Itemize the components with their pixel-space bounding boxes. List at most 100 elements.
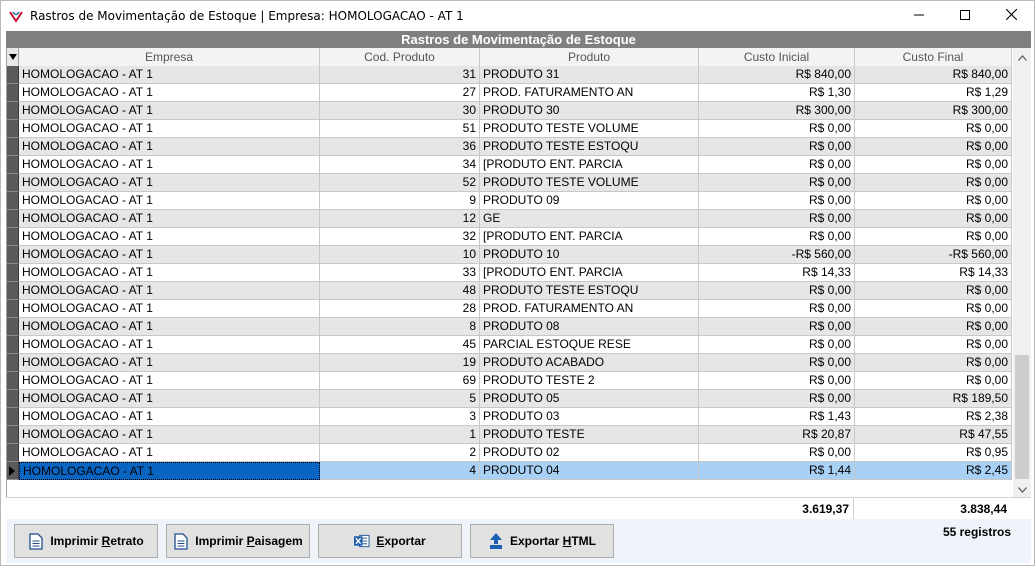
cell-custo-inicial[interactable]: R$ 0,00 — [699, 318, 855, 336]
cell-custo-inicial[interactable]: R$ 0,00 — [699, 336, 855, 354]
row-indicator[interactable] — [7, 264, 19, 282]
cell-empresa[interactable]: HOMOLOGACAO - AT 1 — [19, 174, 320, 192]
table-row[interactable]: HOMOLOGACAO - AT 1 36 PRODUTO TESTE ESTOQU… — [7, 138, 1012, 156]
cell-cod-produto[interactable]: 51 — [320, 120, 480, 138]
table-row[interactable]: HOMOLOGACAO - AT 1 8 PRODUTO 08 R$ 0,00 R$ 0… — [7, 318, 1012, 336]
cell-cod-produto[interactable]: 28 — [320, 300, 480, 318]
cell-custo-inicial[interactable]: R$ 0,00 — [699, 120, 855, 138]
row-indicator[interactable] — [7, 372, 19, 390]
cell-produto[interactable]: PRODUTO TESTE ESTOQU — [480, 138, 699, 156]
cell-custo-inicial[interactable]: R$ 0,00 — [699, 228, 855, 246]
row-indicator[interactable] — [7, 120, 19, 138]
column-menu-button[interactable] — [7, 48, 19, 66]
imprimir-paisagem-button[interactable]: Imprimir Paisagem — [166, 524, 310, 558]
cell-empresa[interactable]: HOMOLOGACAO - AT 1 — [19, 210, 320, 228]
cell-custo-inicial[interactable]: R$ 1,30 — [699, 84, 855, 102]
cell-cod-produto[interactable]: 10 — [320, 246, 480, 264]
cell-custo-inicial[interactable]: -R$ 560,00 — [699, 246, 855, 264]
table-row[interactable]: HOMOLOGACAO - AT 1 30 PRODUTO 30 R$ 300,00 R… — [7, 102, 1012, 120]
cell-produto[interactable]: PRODUTO 09 — [480, 192, 699, 210]
cell-custo-inicial[interactable]: R$ 0,00 — [699, 300, 855, 318]
cell-custo-inicial[interactable]: R$ 0,00 — [699, 390, 855, 408]
cell-cod-produto[interactable]: 27 — [320, 84, 480, 102]
exportar-html-button[interactable]: Exportar HTML — [470, 524, 614, 558]
cell-cod-produto[interactable]: 3 — [320, 408, 480, 426]
cell-cod-produto[interactable]: 9 — [320, 192, 480, 210]
row-indicator[interactable] — [7, 408, 19, 426]
cell-empresa[interactable]: HOMOLOGACAO - AT 1 — [19, 138, 320, 156]
table-row[interactable]: HOMOLOGACAO - AT 1 69 PRODUTO TESTE 2 R$ 0,… — [7, 372, 1012, 390]
cell-custo-final[interactable]: R$ 1,29 — [855, 84, 1012, 102]
row-indicator[interactable] — [7, 462, 19, 480]
table-row[interactable]: HOMOLOGACAO - AT 1 45 PARCIAL ESTOQUE RESE… — [7, 336, 1012, 354]
table-row[interactable]: HOMOLOGACAO - AT 1 2 PRODUTO 02 R$ 0,00 R$ 0… — [7, 444, 1012, 462]
cell-empresa[interactable]: HOMOLOGACAO - AT 1 — [19, 282, 320, 300]
cell-empresa[interactable]: HOMOLOGACAO - AT 1 — [19, 426, 320, 444]
table-row[interactable]: HOMOLOGACAO - AT 1 12 GE R$ 0,00 R$ 0,00 — [7, 210, 1012, 228]
cell-produto[interactable]: PRODUTO 31 — [480, 66, 699, 84]
scrollbar-thumb[interactable] — [1015, 355, 1029, 479]
table-row[interactable]: HOMOLOGACAO - AT 1 10 PRODUTO 10 -R$ 560,00… — [7, 246, 1012, 264]
column-header-cod-produto[interactable]: Cod. Produto — [320, 48, 480, 66]
cell-produto[interactable]: PRODUTO TESTE VOLUME — [480, 174, 699, 192]
cell-empresa[interactable]: HOMOLOGACAO - AT 1 — [19, 354, 320, 372]
cell-custo-final[interactable]: R$ 0,00 — [855, 318, 1012, 336]
cell-custo-final[interactable]: R$ 0,00 — [855, 156, 1012, 174]
cell-produto[interactable]: PRODUTO ACABADO — [480, 354, 699, 372]
cell-custo-final[interactable]: R$ 840,00 — [855, 66, 1012, 84]
table-row[interactable]: HOMOLOGACAO - AT 1 27 PROD. FATURAMENTO AN… — [7, 84, 1012, 102]
cell-empresa[interactable]: HOMOLOGACAO - AT 1 — [19, 264, 320, 282]
vertical-scrollbar[interactable] — [1013, 48, 1031, 497]
cell-custo-inicial[interactable]: R$ 0,00 — [699, 372, 855, 390]
table-row[interactable]: HOMOLOGACAO - AT 1 34 [PRODUTO ENT. PARCIA… — [7, 156, 1012, 174]
cell-cod-produto[interactable]: 52 — [320, 174, 480, 192]
cell-custo-final[interactable]: R$ 0,95 — [855, 444, 1012, 462]
scroll-up-button[interactable] — [1013, 48, 1031, 65]
cell-cod-produto[interactable]: 19 — [320, 354, 480, 372]
scroll-down-button[interactable] — [1013, 480, 1031, 497]
row-indicator[interactable] — [7, 318, 19, 336]
cell-cod-produto[interactable]: 32 — [320, 228, 480, 246]
cell-cod-produto[interactable]: 69 — [320, 372, 480, 390]
column-header-custo-inicial[interactable]: Custo Inicial — [699, 48, 855, 66]
cell-custo-final[interactable]: R$ 2,45 — [855, 462, 1012, 480]
cell-custo-inicial[interactable]: R$ 0,00 — [699, 210, 855, 228]
cell-produto[interactable]: PROD. FATURAMENTO AN — [480, 300, 699, 318]
row-indicator[interactable] — [7, 174, 19, 192]
cell-produto[interactable]: GE — [480, 210, 699, 228]
cell-cod-produto[interactable]: 5 — [320, 390, 480, 408]
minimize-button[interactable] — [896, 1, 942, 31]
cell-cod-produto[interactable]: 33 — [320, 264, 480, 282]
cell-cod-produto[interactable]: 1 — [320, 426, 480, 444]
table-row[interactable]: HOMOLOGACAO - AT 1 32 [PRODUTO ENT. PARCIA… — [7, 228, 1012, 246]
table-row[interactable]: HOMOLOGACAO - AT 1 51 PRODUTO TESTE VOLUME… — [7, 120, 1012, 138]
row-indicator[interactable] — [7, 336, 19, 354]
cell-custo-inicial[interactable]: R$ 0,00 — [699, 354, 855, 372]
cell-custo-inicial[interactable]: R$ 840,00 — [699, 66, 855, 84]
cell-custo-final[interactable]: R$ 0,00 — [855, 228, 1012, 246]
cell-cod-produto[interactable]: 30 — [320, 102, 480, 120]
cell-empresa[interactable]: HOMOLOGACAO - AT 1 — [19, 102, 320, 120]
row-indicator[interactable] — [7, 300, 19, 318]
cell-custo-inicial[interactable]: R$ 14,33 — [699, 264, 855, 282]
row-indicator[interactable] — [7, 84, 19, 102]
cell-cod-produto[interactable]: 36 — [320, 138, 480, 156]
row-indicator[interactable] — [7, 66, 19, 84]
cell-empresa[interactable]: HOMOLOGACAO - AT 1 — [19, 336, 320, 354]
cell-empresa[interactable]: HOMOLOGACAO - AT 1 — [19, 318, 320, 336]
cell-custo-final[interactable]: R$ 0,00 — [855, 336, 1012, 354]
cell-custo-inicial[interactable]: R$ 0,00 — [699, 192, 855, 210]
row-indicator[interactable] — [7, 228, 19, 246]
cell-custo-final[interactable]: R$ 0,00 — [855, 120, 1012, 138]
cell-cod-produto[interactable]: 4 — [320, 462, 480, 480]
cell-cod-produto[interactable]: 48 — [320, 282, 480, 300]
cell-custo-final[interactable]: R$ 0,00 — [855, 210, 1012, 228]
column-header-empresa[interactable]: Empresa — [19, 48, 320, 66]
row-indicator[interactable] — [7, 282, 19, 300]
cell-produto[interactable]: PRODUTO 08 — [480, 318, 699, 336]
row-indicator[interactable] — [7, 354, 19, 372]
cell-cod-produto[interactable]: 8 — [320, 318, 480, 336]
cell-empresa[interactable]: HOMOLOGACAO - AT 1 — [19, 192, 320, 210]
cell-custo-inicial[interactable]: R$ 300,00 — [699, 102, 855, 120]
cell-custo-final[interactable]: R$ 0,00 — [855, 372, 1012, 390]
